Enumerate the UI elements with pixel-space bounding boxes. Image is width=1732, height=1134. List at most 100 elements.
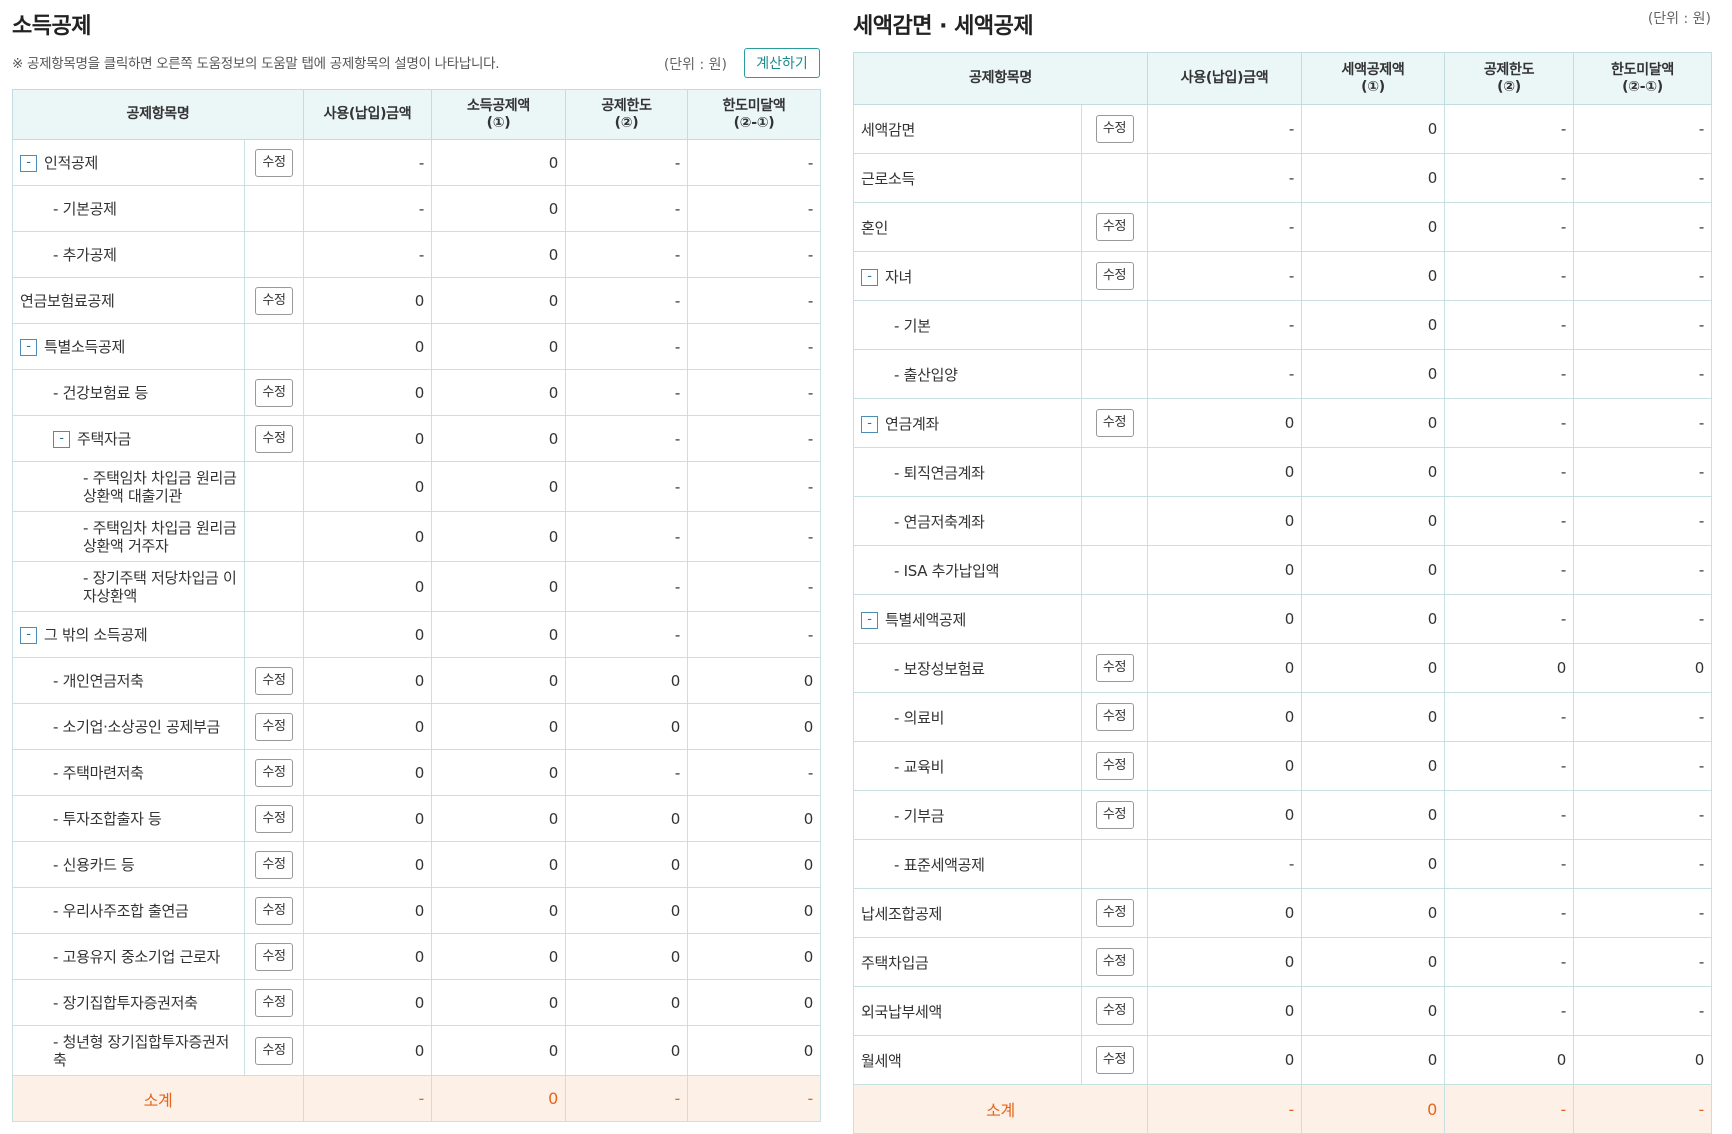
table-row: -그 밖의 소득공제 0 0 - - (12, 611, 821, 658)
row-name[interactable]: -그 밖의 소득공제 (12, 611, 245, 658)
row-name[interactable]: - ISA 추가납입액 (853, 545, 1082, 595)
edit-button[interactable]: 수정 (255, 758, 293, 787)
row-name[interactable]: - 연금저축계좌 (853, 496, 1082, 546)
row-name[interactable]: - 기부금 (853, 790, 1082, 840)
subtotal-row: 소계 - 0 - - (853, 1084, 1712, 1134)
row-name[interactable]: - 인적공제 (12, 139, 245, 186)
row-name[interactable]: - 출산입양 (853, 349, 1082, 399)
collapse-toggle-icon[interactable]: - (20, 155, 37, 172)
row-name[interactable]: - 건강보험료 등 (12, 369, 245, 416)
edit-button[interactable]: 수정 (255, 666, 293, 695)
under-cell: - (687, 277, 821, 324)
row-name[interactable]: - 보장성보험료 (853, 643, 1082, 693)
deduct-cell: 0 (1301, 692, 1445, 742)
row-name[interactable]: 외국납부세액 (853, 986, 1082, 1036)
edit-button[interactable]: 수정 (1095, 899, 1134, 927)
row-name[interactable]: - 주택마련저축 (12, 749, 245, 796)
row-name[interactable]: - 의료비 (853, 692, 1082, 742)
edit-button[interactable]: 수정 (255, 712, 293, 741)
col-header-deduct: 소득공제액 (①) (431, 89, 566, 140)
row-name[interactable]: 연금보험료공제 (12, 277, 245, 324)
deduct-cell: 0 (1301, 447, 1445, 497)
edit-button[interactable]: 수정 (255, 148, 293, 177)
collapse-toggle-icon[interactable]: - (861, 611, 878, 629)
amount-cell: 0 (1147, 643, 1302, 693)
subtotal-deduct: 0 (431, 1075, 566, 1122)
collapse-toggle-icon[interactable]: - (53, 431, 70, 448)
row-name[interactable]: - 특별세액공제 (853, 594, 1082, 644)
limit-cell: - (565, 611, 688, 658)
edit-button[interactable]: 수정 (255, 286, 293, 315)
row-name[interactable]: - 퇴직연금계좌 (853, 447, 1082, 497)
row-name[interactable]: - 청년형 장기집합투자증권저축 (12, 1025, 245, 1076)
row-name[interactable]: - 특별소득공제 (12, 323, 245, 370)
edit-button[interactable]: 수정 (1095, 948, 1134, 976)
deduct-cell: 0 (431, 561, 566, 612)
row-name[interactable]: - 주택임차 차입금 원리금상환액 거주자 (12, 511, 245, 562)
edit-button[interactable]: 수정 (1095, 801, 1134, 829)
under-cell: - (1573, 790, 1712, 840)
edit-button[interactable]: 수정 (1095, 654, 1134, 682)
subtotal-amount: - (1147, 1084, 1302, 1134)
row-name[interactable]: - 교육비 (853, 741, 1082, 791)
collapse-toggle-icon[interactable]: - (861, 415, 878, 433)
row-name[interactable]: 주택차입금 (853, 937, 1082, 987)
edit-button[interactable]: 수정 (1095, 752, 1134, 780)
edit-button[interactable]: 수정 (1095, 703, 1134, 731)
row-name[interactable]: 세액감면 (853, 104, 1082, 154)
collapse-toggle-icon[interactable]: - (20, 627, 37, 644)
edit-button[interactable]: 수정 (255, 896, 293, 925)
edit-button[interactable]: 수정 (1095, 409, 1134, 437)
row-name[interactable]: 납세조합공제 (853, 888, 1082, 938)
row-name[interactable]: - 추가공제 (12, 231, 245, 278)
table-row: - 출산입양 - 0 - - (853, 349, 1712, 399)
amount-cell: - (1147, 251, 1302, 301)
row-name[interactable]: 근로소득 (853, 153, 1082, 203)
edit-button[interactable]: 수정 (1095, 213, 1134, 241)
edit-button[interactable]: 수정 (255, 988, 293, 1017)
edit-button[interactable]: 수정 (255, 850, 293, 879)
edit-button[interactable]: 수정 (255, 1036, 293, 1065)
under-cell: - (1573, 202, 1712, 252)
row-name[interactable]: - 신용카드 등 (12, 841, 245, 888)
deduct-cell: 0 (1301, 104, 1445, 154)
under-cell: - (1573, 888, 1712, 938)
collapse-toggle-icon[interactable]: - (861, 268, 878, 286)
amount-cell: 0 (303, 369, 432, 416)
row-name[interactable]: - 표준세액공제 (853, 839, 1082, 889)
row-name[interactable]: - 우리사주조합 출연금 (12, 887, 245, 934)
deduct-cell: 0 (1301, 986, 1445, 1036)
row-name[interactable]: - 개인연금저축 (12, 657, 245, 704)
row-name[interactable]: - 장기주택 저당차입금 이자상환액 (12, 561, 245, 612)
edit-button[interactable]: 수정 (255, 804, 293, 833)
edit-button[interactable]: 수정 (1095, 1046, 1134, 1074)
edit-button[interactable]: 수정 (255, 378, 293, 407)
row-name[interactable]: - 주택자금 (12, 415, 245, 462)
edit-button[interactable]: 수정 (1095, 115, 1134, 143)
col-header-limit: 공제한도 (②) (1444, 52, 1574, 105)
edit-button[interactable]: 수정 (1095, 262, 1134, 290)
under-cell: - (1573, 741, 1712, 791)
row-name[interactable]: - 자녀 (853, 251, 1082, 301)
row-name[interactable]: - 기본 (853, 300, 1082, 350)
limit-cell: - (565, 511, 688, 562)
row-name[interactable]: - 고용유지 중소기업 근로자 (12, 933, 245, 980)
row-name[interactable]: - 소기업·소상공인 공제부금 (12, 703, 245, 750)
row-name[interactable]: - 기본공제 (12, 185, 245, 232)
row-name[interactable]: - 주택임차 차입금 원리금상환액 대출기관 (12, 461, 245, 512)
tax-credit-table: 공제항목명 사용(납입)금액 세액공제액 (①) 공제한도 (②) 한도미달액 (②-… (853, 52, 1712, 1134)
unit-label: (단위 : 원) (663, 57, 727, 73)
row-name[interactable]: - 투자조합출자 등 (12, 795, 245, 842)
edit-button[interactable]: 수정 (1095, 997, 1134, 1025)
collapse-toggle-icon[interactable]: - (20, 339, 37, 356)
row-name[interactable]: - 연금계좌 (853, 398, 1082, 448)
row-name[interactable]: 혼인 (853, 202, 1082, 252)
calculate-button[interactable]: 계산하기 (744, 48, 820, 78)
under-cell: - (1573, 251, 1712, 301)
edit-button[interactable]: 수정 (255, 942, 293, 971)
edit-button[interactable]: 수정 (255, 424, 293, 453)
row-name[interactable]: - 장기집합투자증권저축 (12, 979, 245, 1026)
row-name[interactable]: 월세액 (853, 1035, 1082, 1085)
limit-cell: - (565, 461, 688, 512)
under-cell: 0 (687, 979, 821, 1026)
